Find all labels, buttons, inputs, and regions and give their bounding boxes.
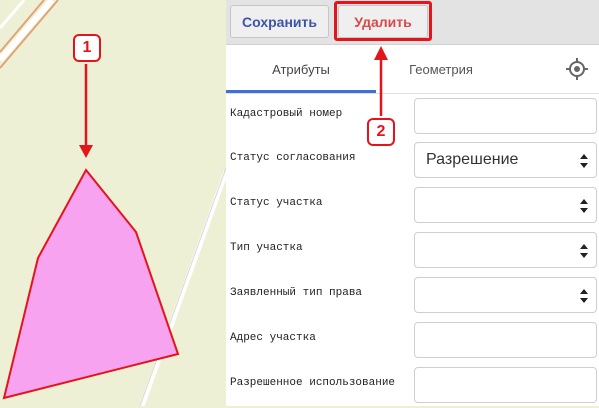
field-row-approval-status: Статус согласования Разрешение (226, 138, 599, 183)
field-row-parcel-address: Адрес участка (226, 318, 599, 363)
delete-highlight-frame (334, 1, 432, 41)
sort-arrows-icon (580, 289, 588, 303)
attributes-panel: Сохранить Удалить Атрибуты Геометрия Кад… (226, 0, 599, 406)
field-row-parcel-type: Тип участка (226, 228, 599, 273)
field-row-cadastral-number: Кадастровый номер (226, 94, 599, 139)
tab-attributes[interactable]: Атрибуты (226, 45, 376, 93)
claimed-right-type-select[interactable] (414, 277, 597, 313)
annotation-arrow-2 (374, 46, 388, 116)
parcel-type-select[interactable] (414, 232, 597, 268)
sort-arrows-icon (580, 199, 588, 213)
map-canvas[interactable] (0, 0, 226, 406)
map-road (0, 0, 55, 62)
field-label: Разрешенное использование (230, 377, 396, 389)
select-value: Разрешение (426, 151, 519, 168)
tab-geometry[interactable]: Геометрия (376, 45, 506, 93)
map-road (0, 0, 45, 53)
active-tab-indicator (226, 90, 376, 93)
annotation-marker-2: 2 (367, 118, 395, 146)
parcel-status-select[interactable] (414, 187, 597, 223)
permitted-use-input[interactable] (414, 367, 597, 403)
map-road (0, 0, 59, 69)
annotation-arrowhead-1 (79, 145, 93, 158)
parcel-polygon[interactable] (2, 168, 180, 400)
crosshair-icon[interactable] (565, 57, 589, 81)
field-label: Заявленный тип права (230, 287, 363, 299)
sort-arrows-icon (580, 154, 588, 168)
toolbar: Сохранить Удалить (226, 0, 599, 45)
field-label: Тип участка (230, 242, 303, 254)
cadastral-number-input[interactable] (414, 98, 597, 134)
sort-arrows-icon (580, 244, 588, 258)
field-label: Статус согласования (230, 152, 356, 164)
parcel-address-input[interactable] (414, 322, 597, 358)
field-row-permitted-use: Разрешенное использование (226, 363, 599, 408)
approval-status-select[interactable]: Разрешение (414, 142, 597, 178)
field-label: Адрес участка (230, 332, 316, 344)
map-road (0, 0, 26, 29)
save-button[interactable]: Сохранить (230, 5, 329, 38)
field-label: Статус участка (230, 197, 323, 209)
annotation-marker-1: 1 (73, 34, 101, 62)
field-row-parcel-status: Статус участка (226, 183, 599, 228)
map-view[interactable]: 1 (0, 0, 226, 406)
tab-bar: Атрибуты Геометрия (226, 45, 599, 94)
field-row-claimed-right-type: Заявленный тип права (226, 273, 599, 318)
field-label: Кадастровый номер (230, 108, 343, 120)
